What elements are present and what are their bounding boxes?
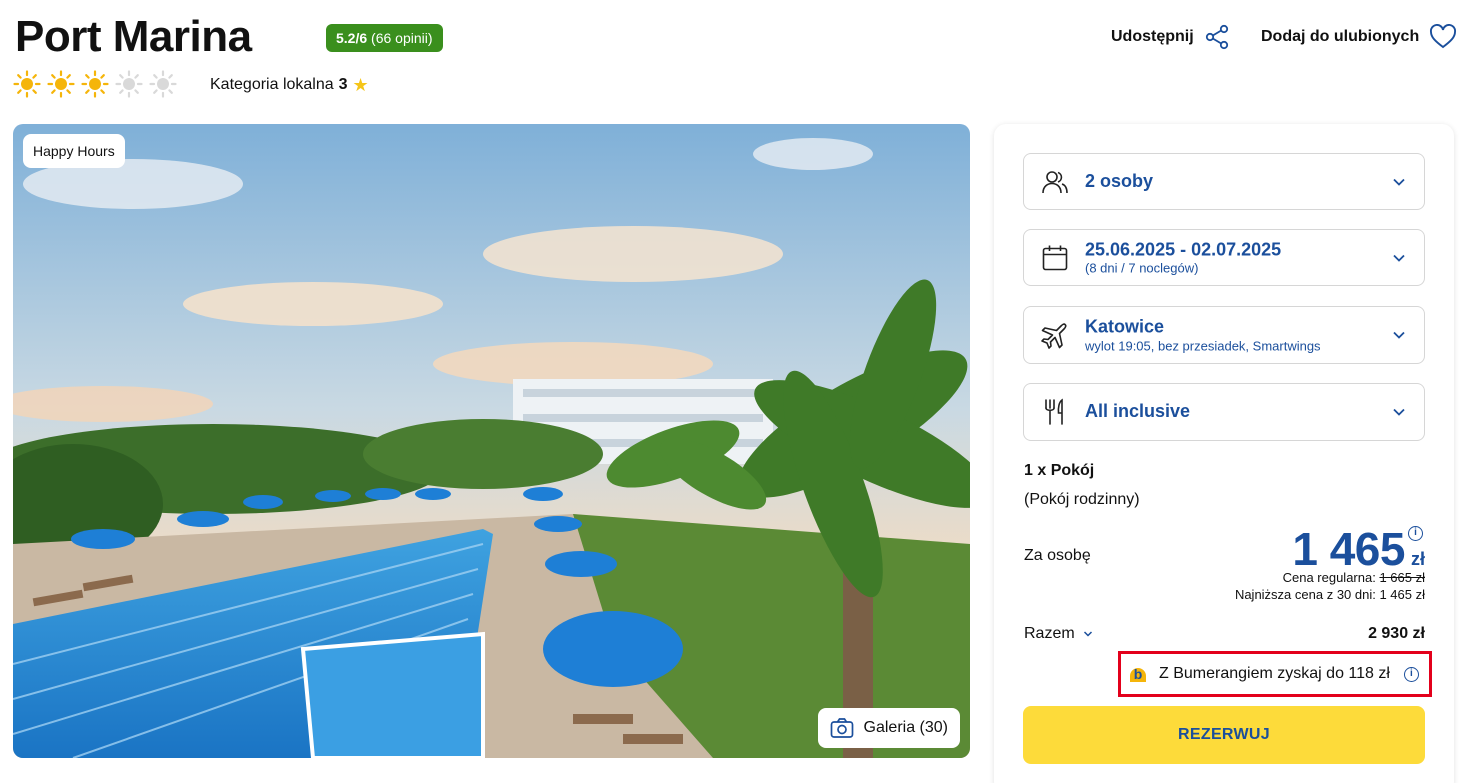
room-type: (Pokój rodzinny) [1024,491,1140,508]
price-currency: zł [1410,549,1425,569]
flight-departure-city: Katowice [1085,316,1165,337]
regular-price-value: 1 665 zł [1379,570,1425,585]
rating-score: 5.2/6 [336,30,368,46]
favorite-button[interactable]: Dodaj do ulubionych [1261,24,1457,50]
sun-empty-icon [149,70,177,98]
hotel-photo[interactable]: Happy Hours Galeria (30) [13,124,970,758]
regular-price: Cena regularna: 1 665 zł [1283,570,1425,585]
lowest-price: Najniższa cena z 30 dni: 1 465 zł [1234,587,1425,602]
flight-details: wylot 19:05, bez przesiadek, Smartwings [1085,338,1321,353]
total-label: Razem [1024,625,1075,642]
favorite-label: Dodaj do ulubionych [1261,28,1420,45]
bumerang-cashback[interactable]: b Z Bumerangiem zyskaj do 118 zł i [1118,651,1432,697]
persons-select[interactable]: 2 osoby [1023,153,1425,210]
sun-rating [13,70,177,98]
price-per-person: 1 465 zł [1292,522,1425,576]
plane-icon [1041,323,1067,349]
sun-filled-icon [81,70,109,98]
pool-resort-photo [13,124,970,758]
sun-filled-icon [13,70,41,98]
heart-icon [1430,24,1457,49]
total-value: 2 930 zł [1368,625,1425,642]
share-label: Udostępnij [1111,28,1194,45]
star-icon: ★ [352,75,369,95]
total-toggle[interactable]: Razem [1024,625,1093,643]
rating-count: (66 opinii) [371,30,433,46]
local-category: Kategoria lokalna 3 ★ [210,76,369,94]
sun-filled-icon [47,70,75,98]
price-value: 1 465 [1292,523,1405,575]
chevron-down-icon [1393,178,1405,186]
sun-empty-icon [115,70,143,98]
rating-badge[interactable]: 5.2/6 (66 opinii) [326,24,443,52]
dates-select[interactable]: 25.06.2025 - 02.07.2025 (8 dni / 7 nocle… [1023,229,1425,286]
svg-text:b: b [1134,666,1143,682]
room-count: 1 x Pokój [1024,462,1095,479]
happy-hours-badge: Happy Hours [23,134,125,168]
calendar-icon [1042,245,1068,270]
category-value: 3 [338,76,348,93]
chevron-down-icon [1393,331,1405,339]
bumerang-info-icon[interactable]: i [1403,666,1419,682]
chevron-down-icon [1083,631,1092,637]
regular-price-label: Cena regularna: [1282,570,1376,585]
persons-value: 2 osoby [1085,170,1154,191]
bumerang-logo-icon: b [1127,663,1149,685]
dates-value: 25.06.2025 - 02.07.2025 [1085,238,1282,259]
category-label: Kategoria lokalna [210,76,334,93]
users-icon [1042,170,1068,193]
bumerang-text: Z Bumerangiem zyskaj do 118 zł [1159,665,1390,682]
gallery-label: Galeria (30) [863,719,948,736]
board-value: All inclusive [1085,401,1191,422]
camera-icon [830,718,853,738]
flight-select[interactable]: Katowice wylot 19:05, bez przesiadek, Sm… [1023,306,1425,364]
hotel-title: Port Marina [15,12,252,61]
share-icon [1205,24,1228,50]
chevron-down-icon [1393,408,1405,416]
booking-panel: 2 osoby 25.06.2025 - 02.07.2025 (8 dni /… [994,124,1454,783]
board-select[interactable]: All inclusive [1023,383,1425,441]
share-button[interactable]: Udostępnij [1111,24,1230,50]
dates-duration: (8 dni / 7 noclegów) [1085,260,1199,276]
cutlery-icon [1045,398,1063,425]
price-info-icon[interactable]: i [1408,526,1423,541]
per-person-label: Za osobę [1024,547,1091,564]
chevron-down-icon [1393,254,1405,262]
book-button[interactable]: REZERWUJ [1023,706,1425,764]
gallery-button[interactable]: Galeria (30) [817,708,960,748]
